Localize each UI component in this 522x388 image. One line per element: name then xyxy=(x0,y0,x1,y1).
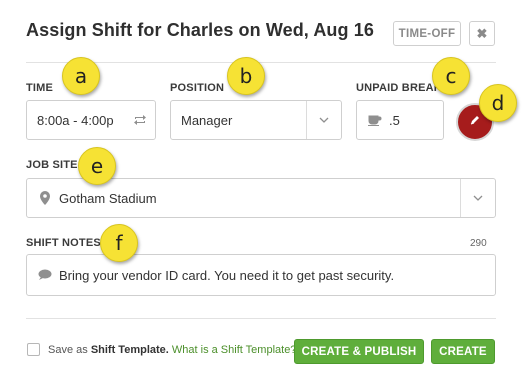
shift-notes-input[interactable]: Bring your vendor ID card. You need it t… xyxy=(26,254,496,296)
callout-f: f xyxy=(100,224,138,262)
coffee-cup-icon xyxy=(357,114,385,126)
unpaid-break-value: .5 xyxy=(389,112,400,128)
position-value: Manager xyxy=(181,112,233,128)
dialog-title: Assign Shift for Charles on Wed, Aug 16 xyxy=(26,20,374,40)
time-label: TIME xyxy=(26,82,54,94)
repeat-icon[interactable] xyxy=(125,114,155,126)
create-and-publish-button[interactable]: CREATE & PUBLISH xyxy=(294,339,424,364)
shift-notes-label: SHIFT NOTES xyxy=(26,237,101,249)
header-divider xyxy=(26,62,496,63)
unpaid-break-field[interactable]: .5 xyxy=(356,100,444,140)
callout-e: e xyxy=(78,147,116,185)
position-label: POSITION xyxy=(170,82,225,94)
shift-template-help-link[interactable]: What is a Shift Template? xyxy=(172,344,297,356)
job-site-label: JOB SITE xyxy=(26,159,78,171)
save-template-text: Save as Shift Template. What is a Shift … xyxy=(48,344,296,356)
callout-c: c xyxy=(432,57,470,95)
map-pin-icon xyxy=(27,191,53,205)
unpaid-break-label: UNPAID BREAK xyxy=(356,82,442,94)
footer-divider xyxy=(26,318,496,319)
save-template-prefix: Save as xyxy=(48,344,91,356)
job-site-value: Gotham Stadium xyxy=(59,190,157,206)
pencil-icon xyxy=(469,113,481,131)
callout-b: b xyxy=(227,57,265,95)
time-field[interactable]: 8:00a - 4:00p xyxy=(26,100,156,140)
shift-template-label: Shift Template. xyxy=(90,344,169,356)
save-template-checkbox[interactable] xyxy=(27,343,40,356)
notes-char-counter: 290 xyxy=(470,238,487,249)
shift-notes-value: Bring your vendor ID card. You need it t… xyxy=(59,267,395,283)
chevron-down-icon xyxy=(460,179,495,217)
time-off-button[interactable]: TIME-OFF xyxy=(393,21,461,46)
position-select[interactable]: Manager xyxy=(170,100,342,140)
speech-bubble-icon xyxy=(27,269,53,281)
time-value: 8:00a - 4:00p xyxy=(37,112,114,128)
chevron-down-icon xyxy=(306,101,341,139)
callout-a: a xyxy=(62,57,100,95)
create-button[interactable]: CREATE xyxy=(431,339,495,364)
callout-d: d xyxy=(479,84,517,122)
close-icon: ✖ xyxy=(476,25,488,41)
close-button[interactable]: ✖ xyxy=(469,21,495,46)
